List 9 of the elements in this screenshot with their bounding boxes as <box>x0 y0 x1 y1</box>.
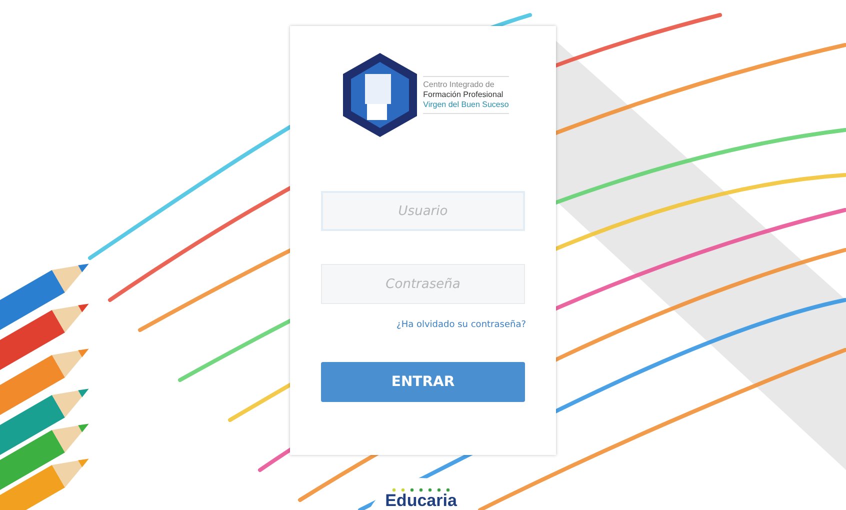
institution-name-line: Formación Profesional <box>423 90 504 100</box>
brand-name: Educaria <box>385 492 457 510</box>
dots-icon <box>391 488 451 492</box>
login-button[interactable]: ENTRAR <box>321 362 525 402</box>
forgot-password-link[interactable]: ¿Ha olvidado su contraseña? <box>396 320 526 330</box>
password-field[interactable]: Contraseña <box>321 264 525 304</box>
institution-name-line: Virgen del Buen Suceso <box>423 100 509 110</box>
institution-name-line: Centro Integrado de <box>423 80 496 90</box>
username-field[interactable]: Usuario <box>321 191 525 231</box>
